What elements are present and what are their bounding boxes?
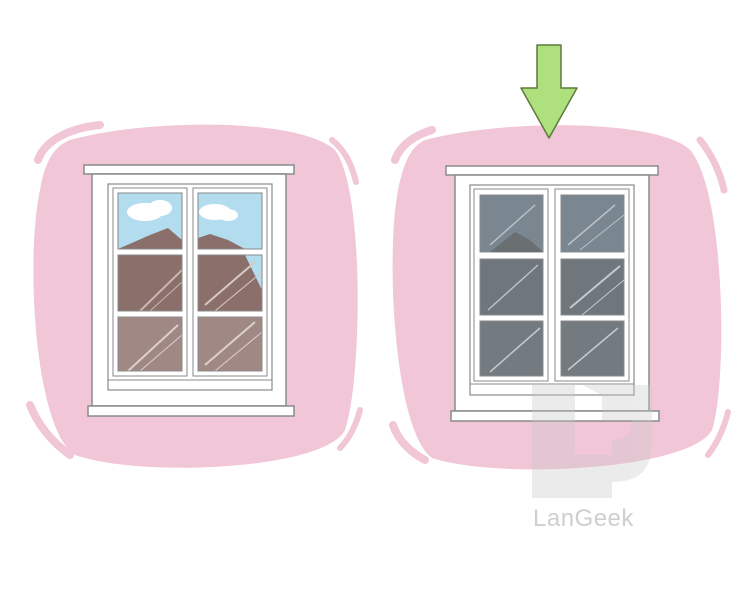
glass-pane — [198, 317, 262, 371]
tinted-glass-pane — [560, 320, 625, 377]
illustration — [26, 44, 731, 498]
tinted-glass-pane — [479, 194, 544, 253]
window-head — [445, 165, 659, 176]
glass-pane — [198, 193, 262, 249]
arrow-down-icon — [520, 44, 578, 139]
clear-window-panel — [26, 121, 363, 468]
tinted-glass-pane — [479, 320, 544, 377]
glass-pane — [118, 193, 182, 249]
tinted-glass-pane — [560, 258, 625, 316]
watermark-text: LanGeek — [533, 505, 634, 532]
glass-pane — [118, 317, 182, 371]
window-head — [83, 164, 295, 175]
glass-pane — [198, 255, 262, 311]
glass-pane — [118, 255, 182, 311]
window-sill — [87, 405, 295, 417]
tinted-glass-pane — [479, 258, 544, 316]
tinted-glass-pane — [560, 194, 625, 253]
